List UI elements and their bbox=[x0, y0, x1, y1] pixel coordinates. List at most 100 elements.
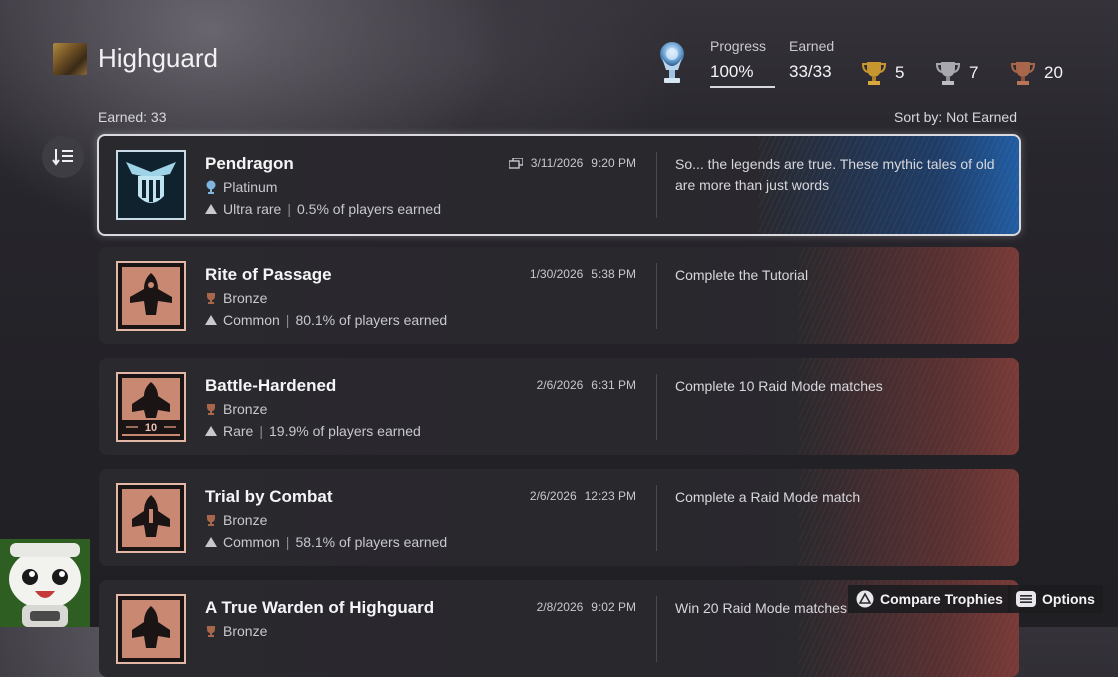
earned-label: Earned bbox=[789, 38, 835, 54]
trophy-description: Complete the Tutorial bbox=[675, 267, 809, 283]
ship-silhouette-icon bbox=[116, 261, 186, 331]
stacked-trophy-icon bbox=[508, 157, 523, 169]
trophy-rarity: Rare | 19.9% of players earned bbox=[205, 423, 421, 439]
trophy-card-rite-of-passage[interactable]: Rite of Passage Bronze Common | 80.1% of… bbox=[99, 247, 1019, 344]
bronze-trophy-icon bbox=[1010, 62, 1036, 85]
ship-10-badge-icon: 10 bbox=[116, 372, 186, 442]
rarity-percent: 19.9% of players earned bbox=[269, 423, 421, 439]
badge-number: 10 bbox=[145, 422, 157, 434]
options-hint[interactable]: Options bbox=[1008, 585, 1103, 613]
card-divider bbox=[656, 485, 657, 551]
ship-badge-icon bbox=[116, 594, 186, 664]
trophy-grade: Bronze bbox=[205, 512, 267, 528]
bronze-trophy-icon bbox=[207, 403, 215, 415]
earned-date: 3/11/2026 9:20 PM bbox=[508, 156, 636, 170]
card-divider bbox=[656, 374, 657, 440]
rarity-icon bbox=[205, 204, 217, 214]
earned-time-value: 9:02 PM bbox=[591, 600, 636, 614]
earned-count: Earned: 33 bbox=[98, 109, 167, 125]
trophy-name: Battle-Hardened bbox=[205, 376, 337, 395]
gold-trophy-icon bbox=[861, 62, 887, 85]
card-divider bbox=[656, 596, 657, 662]
avatar bbox=[0, 539, 90, 627]
rarity-label: Common bbox=[223, 312, 280, 328]
earned-time-value: 5:38 PM bbox=[591, 267, 636, 281]
rarity-percent: 0.5% of players earned bbox=[297, 201, 441, 217]
silver-count: 7 bbox=[969, 63, 979, 82]
trophy-description: Complete a Raid Mode match bbox=[675, 489, 861, 505]
trophy-grade-label: Bronze bbox=[223, 290, 268, 306]
options-button-icon bbox=[1016, 591, 1036, 607]
bronze-trophy-icon bbox=[207, 514, 215, 526]
platinum-pendragon-emblem-icon bbox=[116, 150, 186, 220]
trophy-description: Complete 10 Raid Mode matches bbox=[675, 378, 883, 394]
trophy-rarity: Ultra rare | 0.5% of players earned bbox=[205, 201, 441, 217]
rarity-label: Ultra rare bbox=[223, 201, 282, 217]
earned-date: 2/6/2026 6:31 PM bbox=[537, 378, 636, 392]
trophy-grade: Bronze bbox=[205, 401, 267, 417]
trophy-grade-label: Platinum bbox=[223, 179, 278, 195]
earned-date: 2/8/2026 9:02 PM bbox=[537, 600, 636, 614]
trophy-grade-label: Bronze bbox=[223, 623, 268, 639]
progress-bar bbox=[710, 86, 775, 88]
rarity-label: Rare bbox=[223, 423, 254, 439]
gold-count: 5 bbox=[895, 63, 905, 82]
avatar-character-image bbox=[0, 539, 90, 627]
trophy-grade: Bronze bbox=[205, 290, 267, 306]
bronze-trophy-count: 20 bbox=[1010, 59, 1063, 87]
sort-button[interactable] bbox=[42, 136, 84, 178]
trophy-rarity: Common | 58.1% of players earned bbox=[205, 534, 447, 550]
trophy-name: Trial by Combat bbox=[205, 487, 333, 506]
trophy-card-battle-hardened[interactable]: 10 Battle-Hardened Bronze Rare | 19.9% o… bbox=[99, 358, 1019, 455]
rarity-label: Common bbox=[223, 534, 280, 550]
trophy-card-trial-by-combat[interactable]: Trial by Combat Bronze Common | 58.1% of… bbox=[99, 469, 1019, 566]
earned-date-value: 1/30/2026 bbox=[529, 267, 584, 281]
trophy-grade-label: Bronze bbox=[223, 512, 268, 528]
silver-trophy-count: 7 bbox=[935, 59, 978, 87]
earned-date-value: 3/11/2026 bbox=[530, 156, 584, 170]
rarity-separator: | bbox=[285, 534, 290, 550]
earned-value: 33/33 bbox=[789, 62, 832, 81]
trophy-card-pendragon[interactable]: Pendragon Platinum Ultra rare | 0.5% of … bbox=[97, 134, 1021, 236]
rarity-separator: | bbox=[287, 201, 291, 217]
earned-date: 2/6/2026 12:23 PM bbox=[530, 489, 636, 503]
platinum-progress-icon bbox=[660, 42, 684, 83]
bronze-trophy-icon bbox=[207, 625, 215, 637]
rarity-icon bbox=[205, 537, 217, 547]
game-icon bbox=[53, 43, 87, 75]
trophy-name: Pendragon bbox=[205, 154, 294, 173]
trophy-name: Rite of Passage bbox=[205, 265, 332, 284]
card-divider bbox=[656, 152, 657, 218]
progress-label: Progress bbox=[710, 38, 767, 54]
rarity-icon bbox=[205, 426, 217, 436]
trophy-description: So... the legends are true. These mythic… bbox=[675, 156, 995, 193]
game-title: Highguard bbox=[98, 43, 218, 73]
trophy-grade: Bronze bbox=[205, 623, 267, 639]
platinum-trophy-icon bbox=[206, 180, 216, 194]
rarity-percent: 58.1% of players earned bbox=[295, 534, 448, 550]
earned-date-value: 2/6/2026 bbox=[536, 378, 584, 392]
earned-time-value: 9:20 PM bbox=[591, 156, 636, 170]
earned-time-value: 12:23 PM bbox=[584, 489, 636, 503]
rarity-icon bbox=[205, 315, 217, 325]
card-divider bbox=[656, 263, 657, 329]
bronze-trophy-icon bbox=[207, 292, 215, 304]
trophy-description: Win 20 Raid Mode matches bbox=[675, 600, 847, 616]
trophy-name: A True Warden of Highguard bbox=[205, 598, 435, 617]
earned-date-value: 2/6/2026 bbox=[529, 489, 577, 503]
ship-badge-icon bbox=[116, 483, 186, 553]
trophy-rarity: Common | 80.1% of players earned bbox=[205, 312, 447, 328]
silver-trophy-icon bbox=[935, 62, 961, 85]
earned-date: 1/30/2026 5:38 PM bbox=[530, 267, 636, 281]
earned-time-value: 6:31 PM bbox=[591, 378, 636, 392]
options-label: Options bbox=[1042, 591, 1095, 607]
sort-label[interactable]: Sort by: Not Earned bbox=[894, 109, 1017, 125]
progress-value: 100% bbox=[710, 62, 754, 81]
rarity-separator: | bbox=[285, 312, 290, 328]
sort-list-icon bbox=[52, 149, 73, 166]
rarity-percent: 80.1% of players earned bbox=[295, 312, 448, 328]
rarity-separator: | bbox=[259, 423, 263, 439]
gold-trophy-count: 5 bbox=[861, 59, 904, 87]
trophy-grade: Platinum bbox=[205, 179, 277, 195]
earned-date-value: 2/8/2026 bbox=[536, 600, 584, 614]
